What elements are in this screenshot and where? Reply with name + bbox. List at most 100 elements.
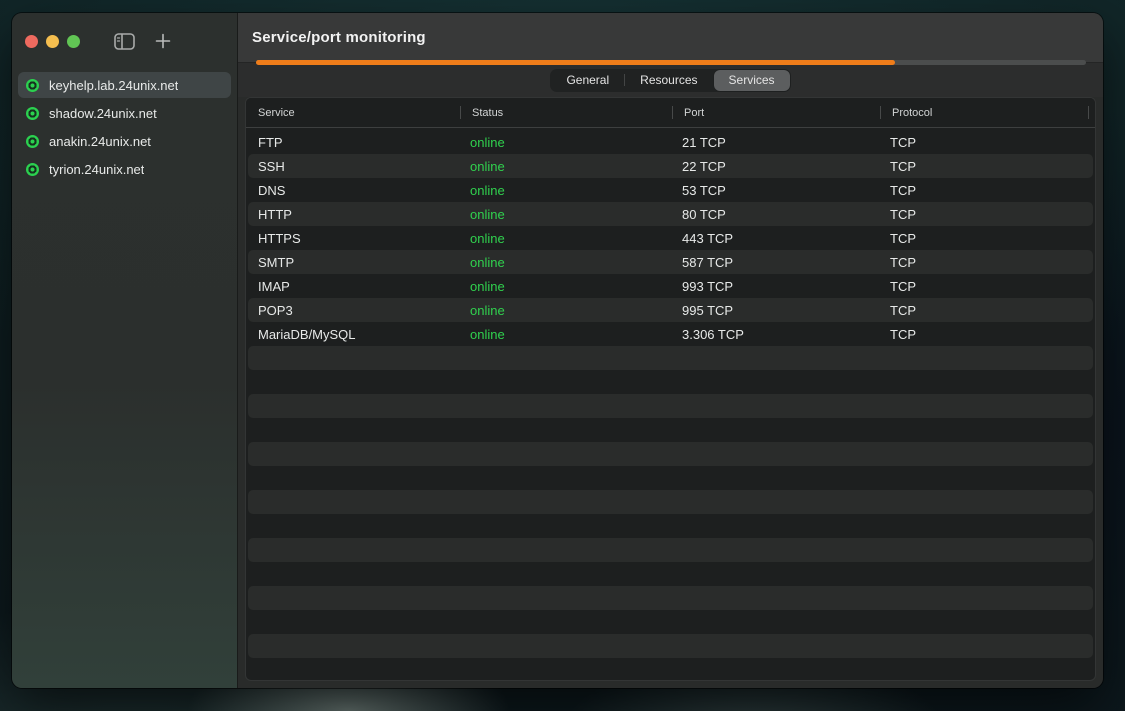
cell-status: online	[460, 279, 672, 294]
segmented-control: GeneralResourcesServices	[550, 69, 790, 92]
cell-port: 443 TCP	[672, 231, 880, 246]
sidebar-item-server[interactable]: tyrion.24unix.net	[18, 156, 231, 182]
column-header[interactable]: Port	[672, 98, 880, 127]
cell-service: POP3	[248, 303, 460, 318]
cell-status: online	[460, 303, 672, 318]
cell-status: online	[460, 207, 672, 222]
sidebar-item-server[interactable]: anakin.24unix.net	[18, 128, 231, 154]
cell-service: MariaDB/MySQL	[248, 327, 460, 342]
services-table-card: Service Status Port Protocol	[245, 97, 1096, 681]
progress-bar-fill	[256, 60, 895, 65]
sidebar-item-server[interactable]: keyhelp.lab.24unix.net	[18, 72, 231, 98]
cell-service: HTTPS	[248, 231, 460, 246]
cell-protocol: TCP	[880, 183, 1093, 198]
sidebar-item-server[interactable]: shadow.24unix.net	[18, 100, 231, 126]
cell-service: SMTP	[248, 255, 460, 270]
column-header[interactable]: Status	[460, 98, 672, 127]
server-online-dot-icon	[26, 163, 39, 176]
cell-port: 21 TCP	[672, 135, 880, 150]
cell-port: 993 TCP	[672, 279, 880, 294]
cell-port: 995 TCP	[672, 303, 880, 318]
cell-protocol: TCP	[880, 255, 1093, 270]
close-button[interactable]	[25, 35, 38, 48]
server-online-dot-icon	[26, 79, 39, 92]
table-row[interactable]: HTTPSonline443 TCPTCP	[248, 226, 1093, 250]
cell-protocol: TCP	[880, 327, 1093, 342]
table-row[interactable]: IMAPonline993 TCPTCP	[248, 274, 1093, 298]
empty-table-row	[248, 394, 1093, 418]
column-header-label: Port	[684, 107, 704, 119]
server-online-dot-icon	[26, 135, 39, 148]
server-name: keyhelp.lab.24unix.net	[49, 78, 178, 93]
cell-service: HTTP	[248, 207, 460, 222]
cell-port: 22 TCP	[672, 159, 880, 174]
column-header[interactable]: Service	[246, 98, 460, 127]
cell-service: DNS	[248, 183, 460, 198]
zoom-button[interactable]	[67, 35, 80, 48]
cell-status: online	[460, 183, 672, 198]
server-online-dot-icon	[26, 107, 39, 120]
empty-table-row	[248, 586, 1093, 610]
cell-service: FTP	[248, 135, 460, 150]
empty-table-row	[248, 514, 1093, 538]
cell-port: 80 TCP	[672, 207, 880, 222]
table-row[interactable]: SMTPonline587 TCPTCP	[248, 250, 1093, 274]
empty-table-row	[248, 346, 1093, 370]
table-row[interactable]: POP3online995 TCPTCP	[248, 298, 1093, 322]
sidebar-toolbar	[18, 27, 231, 55]
server-name: tyrion.24unix.net	[49, 162, 144, 177]
table-row[interactable]: MariaDB/MySQLonline3.306 TCPTCP	[248, 322, 1093, 346]
empty-table-row	[248, 634, 1093, 658]
table-body: FTPonline21 TCPTCPSSHonline22 TCPTCPDNSo…	[246, 128, 1095, 681]
tab-bar: GeneralResourcesServices	[238, 63, 1103, 97]
cell-port: 587 TCP	[672, 255, 880, 270]
cell-protocol: TCP	[880, 135, 1093, 150]
server-list: keyhelp.lab.24unix.net shadow.24unix.net…	[18, 72, 231, 184]
column-header[interactable]: Protocol	[880, 98, 1095, 127]
cell-status: online	[460, 231, 672, 246]
main-panel: Service/port monitoring GeneralResources…	[238, 13, 1103, 688]
cell-status: online	[460, 135, 672, 150]
cell-protocol: TCP	[880, 279, 1093, 294]
cell-service: IMAP	[248, 279, 460, 294]
empty-table-row	[248, 562, 1093, 586]
server-name: shadow.24unix.net	[49, 106, 157, 121]
sidebar-toggle-button[interactable]	[114, 33, 135, 50]
cell-status: online	[460, 255, 672, 270]
empty-table-row	[248, 418, 1093, 442]
table-row[interactable]: FTPonline21 TCPTCP	[248, 130, 1093, 154]
column-header-label: Protocol	[892, 107, 932, 119]
cell-protocol: TCP	[880, 231, 1093, 246]
tab-services[interactable]: Services	[714, 70, 790, 91]
app-window: keyhelp.lab.24unix.net shadow.24unix.net…	[12, 13, 1103, 688]
empty-table-row	[248, 466, 1093, 490]
cell-protocol: TCP	[880, 159, 1093, 174]
table-row[interactable]: SSHonline22 TCPTCP	[248, 154, 1093, 178]
column-header-label: Service	[258, 107, 295, 119]
server-name: anakin.24unix.net	[49, 134, 151, 149]
sidebar-toggle-icon	[114, 33, 135, 50]
cell-port: 3.306 TCP	[672, 327, 880, 342]
empty-table-row	[248, 442, 1093, 466]
add-server-button[interactable]	[155, 33, 171, 49]
column-header-label: Status	[472, 107, 503, 119]
cell-protocol: TCP	[880, 303, 1093, 318]
empty-table-row	[248, 610, 1093, 634]
table-row[interactable]: DNSonline53 TCPTCP	[248, 178, 1093, 202]
cell-port: 53 TCP	[672, 183, 880, 198]
tab-resources[interactable]: Resources	[625, 70, 712, 91]
table-header: Service Status Port Protocol	[246, 98, 1095, 128]
tab-general[interactable]: General	[551, 70, 624, 91]
content-area: Service Status Port Protocol	[238, 97, 1103, 688]
empty-table-row	[248, 658, 1093, 681]
progress-bar	[256, 60, 1086, 65]
desktop: { "window": { "traffic_lights": [ { "nam…	[0, 0, 1125, 711]
titlebar: Service/port monitoring	[238, 13, 1103, 63]
empty-table-row	[248, 490, 1093, 514]
cell-status: online	[460, 327, 672, 342]
table-row[interactable]: HTTPonline80 TCPTCP	[248, 202, 1093, 226]
minimize-button[interactable]	[46, 35, 59, 48]
cell-protocol: TCP	[880, 207, 1093, 222]
cell-status: online	[460, 159, 672, 174]
sidebar: keyhelp.lab.24unix.net shadow.24unix.net…	[12, 13, 238, 688]
